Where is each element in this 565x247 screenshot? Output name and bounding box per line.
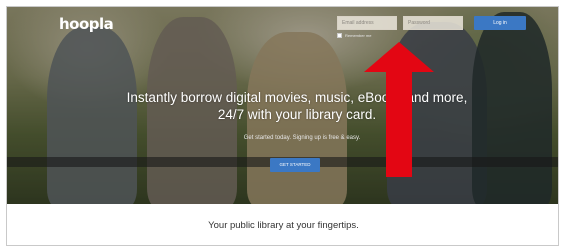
red-arrow-annotation-icon [364,42,434,177]
remember-me-checkbox[interactable]: Remember me [337,33,371,38]
remember-me-label: Remember me [345,33,372,38]
hoopla-logo[interactable]: hoopla [59,15,114,33]
checkbox-icon[interactable] [337,33,342,38]
hero-section: hoopla Email address Password Remember m… [7,7,558,204]
browser-viewport: hoopla Email address Password Remember m… [6,6,559,246]
email-field[interactable]: Email address [337,16,397,30]
page-tagline: Your public library at your fingertips. [208,220,359,231]
login-button[interactable]: Log in [474,16,526,30]
password-field[interactable]: Password [403,16,463,30]
get-started-button[interactable]: GET STARTED [270,158,320,172]
